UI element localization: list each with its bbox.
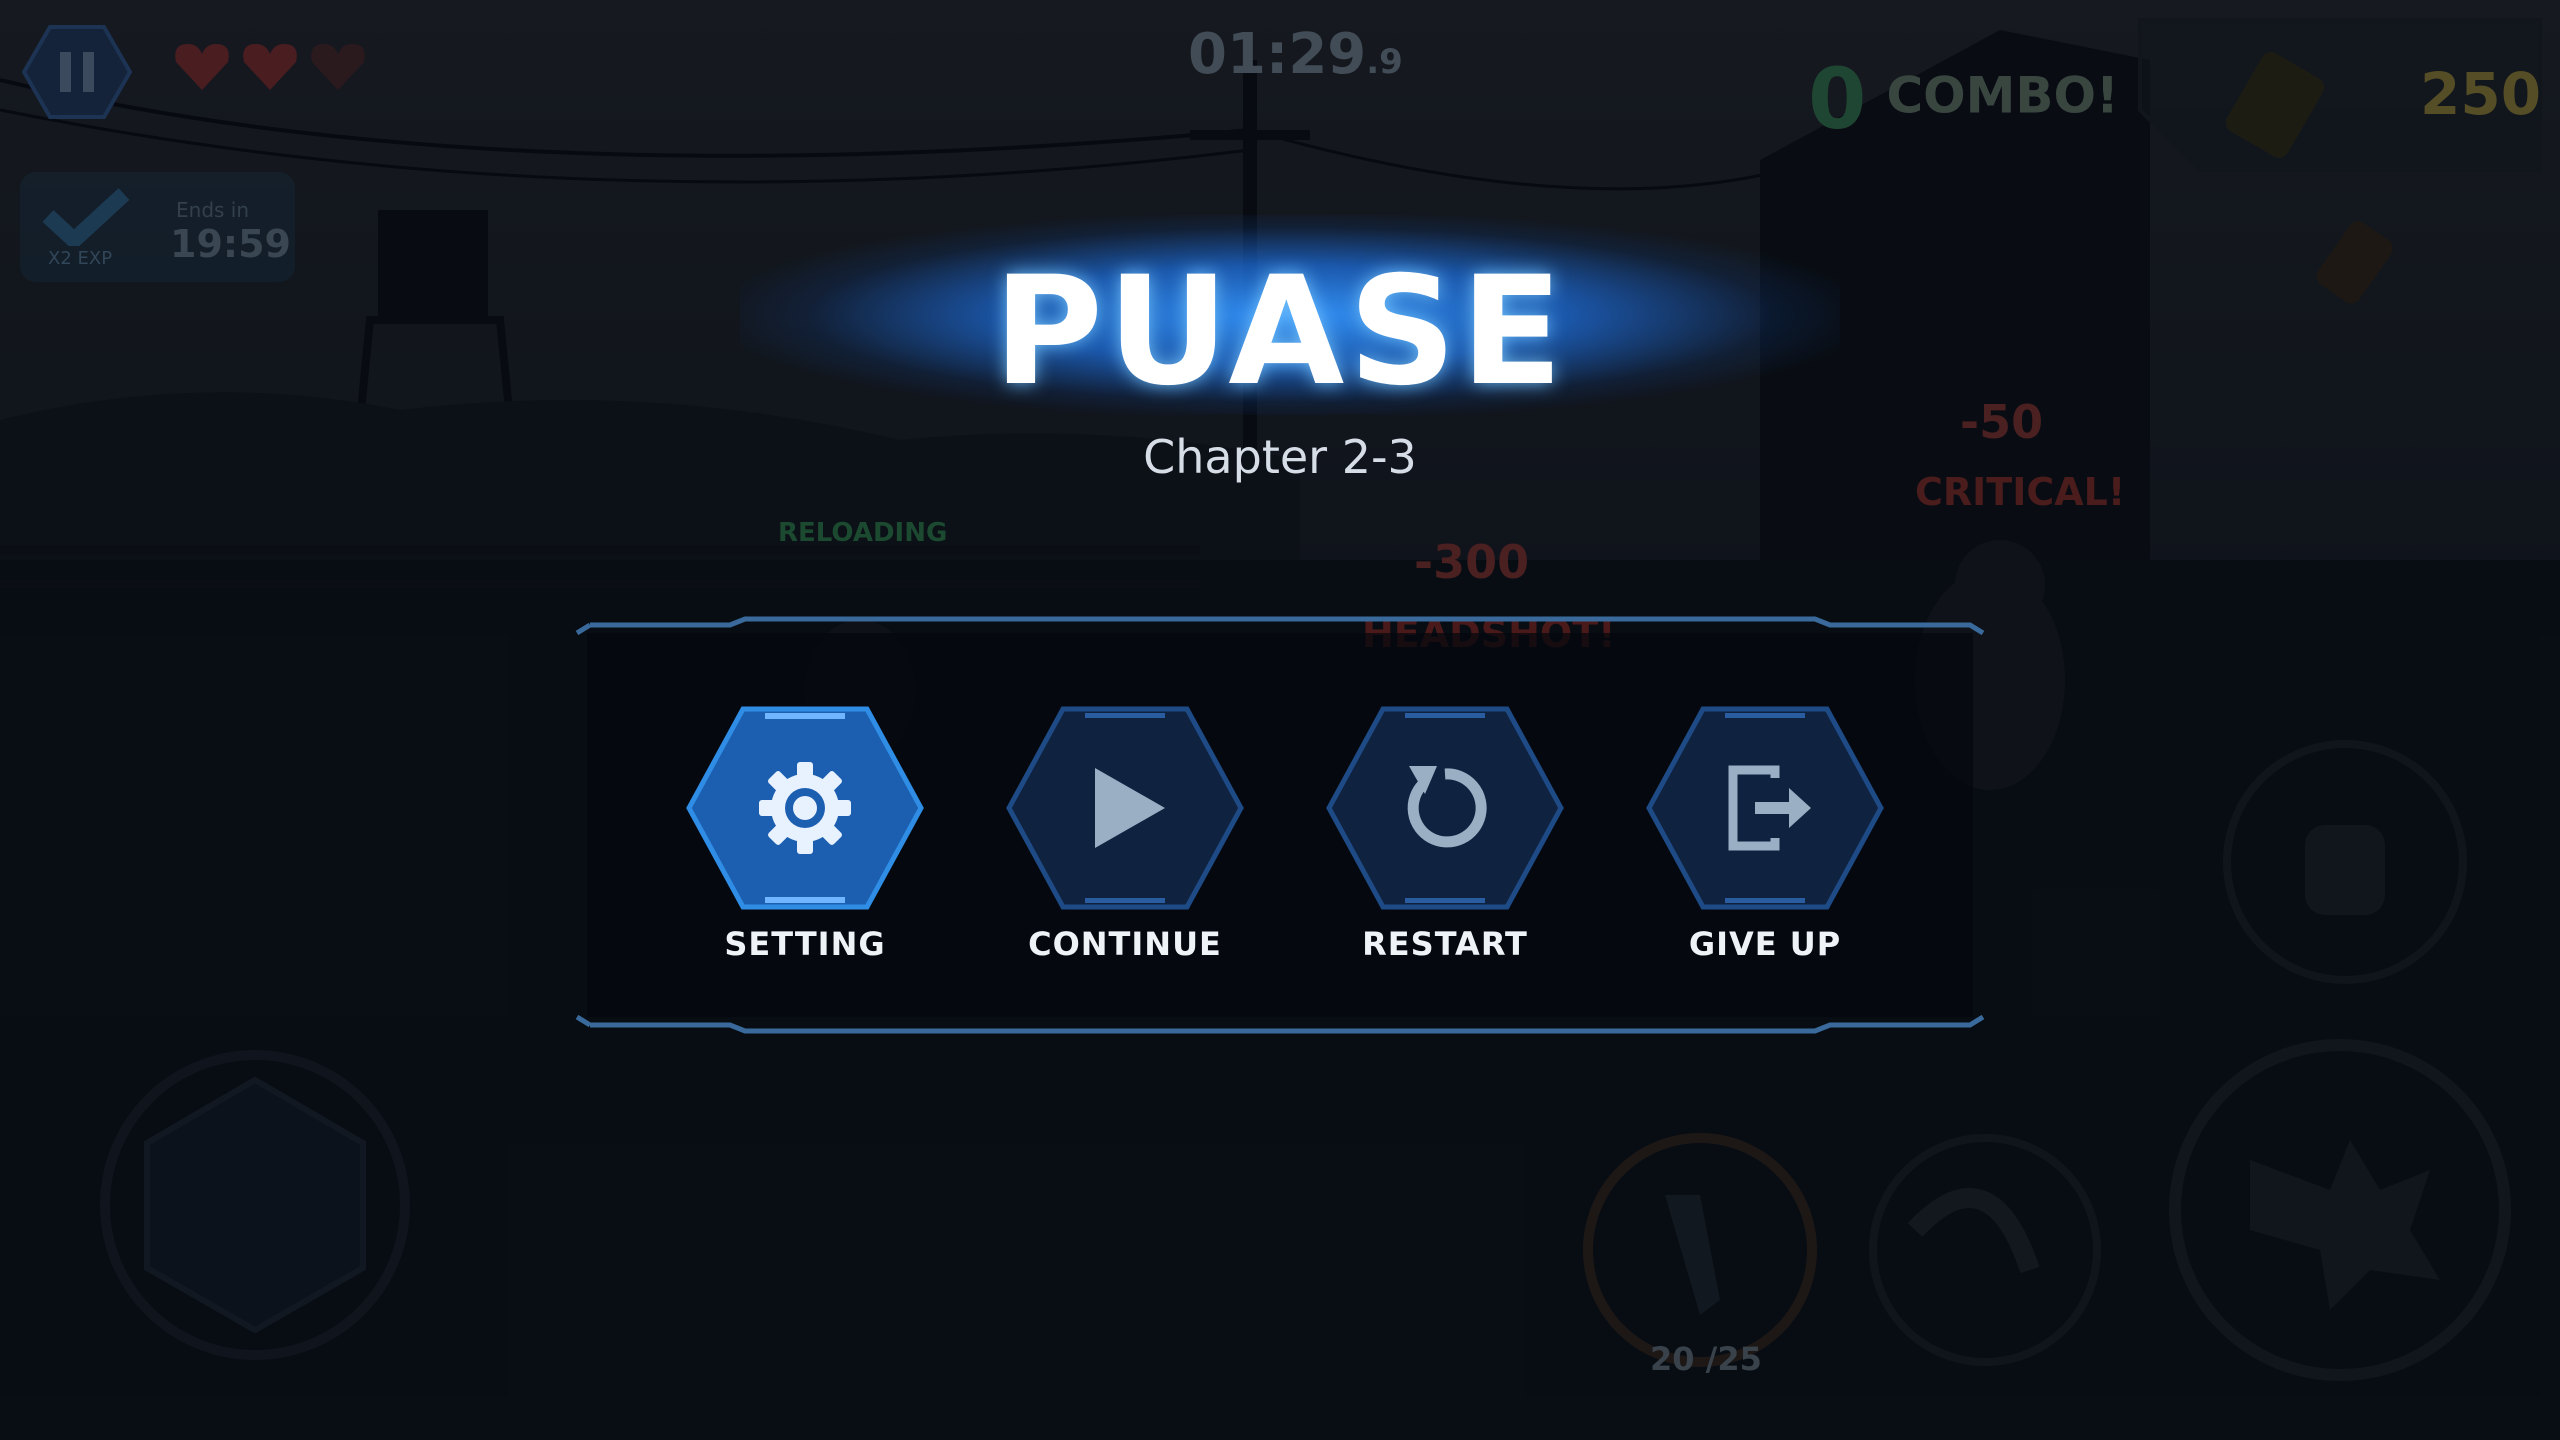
setting-label: SETTING [724, 925, 886, 963]
exit-icon [1728, 765, 1811, 851]
chapter-label: Chapter 2-3 [1143, 430, 1417, 484]
restart-icon [1407, 766, 1487, 848]
heart-icon [243, 44, 297, 90]
combo-label: COMBO! [1886, 66, 2119, 125]
setting-button[interactable]: SETTING [685, 705, 925, 975]
restart-label: RESTART [1362, 925, 1528, 963]
timer-fraction: .9 [1366, 42, 1403, 82]
restart-button[interactable]: RESTART [1325, 705, 1565, 975]
pause-button[interactable] [22, 22, 132, 122]
continue-label: CONTINUE [1028, 925, 1222, 963]
health-hearts [172, 40, 376, 96]
ends-label: Ends in [176, 198, 250, 222]
ammo-total: 250 [2420, 60, 2542, 128]
give-up-label: GIVE UP [1688, 925, 1842, 963]
damage-number: -300 [1414, 535, 1530, 589]
pause-title: PUASE [993, 245, 1567, 419]
combo-counter: 0 COMBO! [1808, 50, 2119, 148]
reloading-label: RELOADING [778, 518, 948, 548]
pause-menu: SETTING CONTINUE RESTART GIVE UP [685, 705, 1885, 975]
heart-empty-icon [311, 44, 365, 90]
combo-count: 0 [1808, 50, 1867, 148]
give-up-button[interactable]: GIVE UP [1645, 705, 1885, 975]
heart-icon [175, 44, 229, 90]
checkmark-icon [42, 188, 130, 246]
continue-button[interactable]: CONTINUE [1005, 705, 1245, 975]
magazine-count: 20 /25 [1650, 1340, 1762, 1378]
round-timer: 01:29.9 [1188, 22, 1403, 87]
play-icon [1095, 768, 1165, 848]
timer-main: 01:29 [1188, 22, 1367, 87]
gear-icon [759, 762, 851, 854]
